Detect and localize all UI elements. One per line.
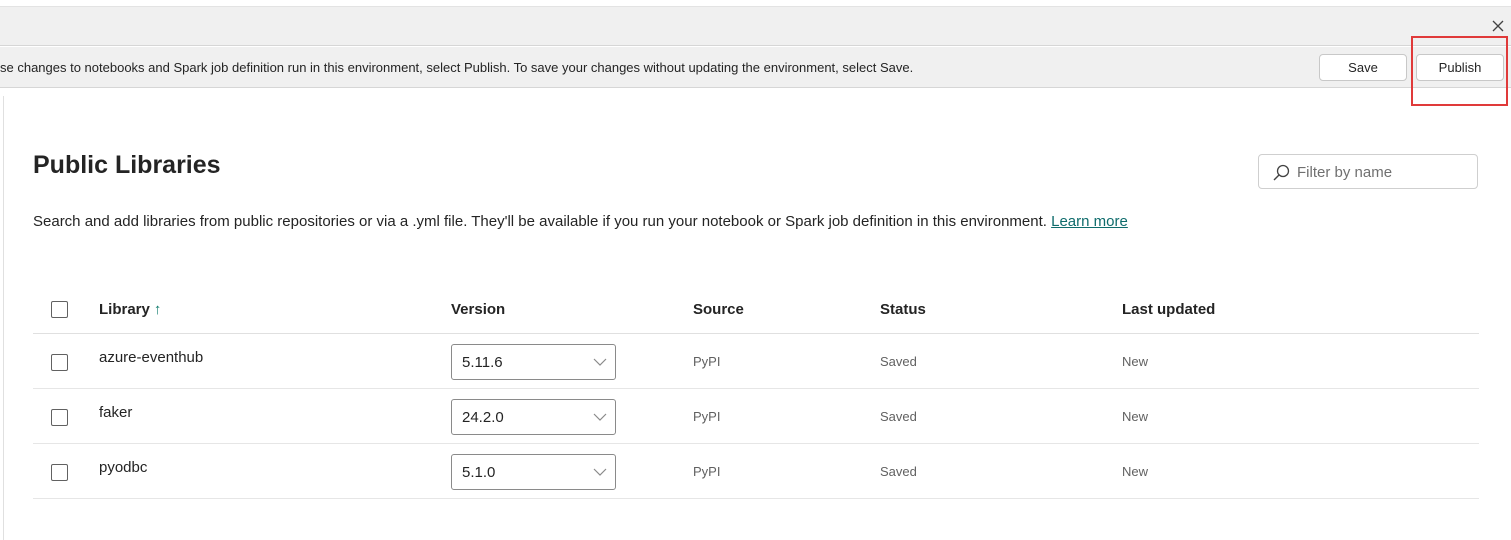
title-bar — [0, 7, 1511, 46]
chevron-down-icon — [593, 468, 607, 476]
chevron-down-icon — [593, 413, 607, 421]
library-name: pyodbc — [99, 459, 148, 476]
column-header-source[interactable]: Source — [693, 301, 744, 318]
table-header: Library ↑ Version Source Status Last upda… — [33, 287, 1479, 334]
section-description: Search and add libraries from public rep… — [33, 213, 1128, 230]
version-dropdown[interactable]: 5.1.0 — [451, 454, 616, 490]
column-header-status[interactable]: Status — [880, 301, 926, 318]
library-name: faker — [99, 404, 133, 421]
column-header-version[interactable]: Version — [451, 301, 505, 318]
row-checkbox[interactable] — [51, 409, 68, 427]
table-row: pyodbc 5.1.0 PyPI Saved New — [33, 444, 1479, 499]
page-title: Public Libraries — [33, 151, 221, 179]
last-updated-cell: New — [1122, 464, 1149, 479]
row-checkbox[interactable] — [51, 464, 68, 482]
row-checkbox[interactable] — [51, 354, 68, 372]
column-header-library[interactable]: Library ↑ — [99, 301, 161, 318]
source-cell: PyPI — [693, 464, 721, 479]
chevron-down-icon — [593, 358, 607, 366]
publish-message: se changes to notebooks and Spark job de… — [0, 60, 914, 75]
column-header-last-updated[interactable]: Last updated — [1122, 301, 1215, 318]
sort-ascending-icon: ↑ — [153, 301, 162, 318]
source-cell: PyPI — [693, 409, 721, 424]
version-value: 24.2.0 — [462, 409, 504, 426]
publish-button[interactable]: Publish — [1416, 54, 1504, 81]
library-name: azure-eventhub — [99, 349, 204, 366]
select-all-checkbox[interactable] — [51, 301, 68, 318]
close-icon[interactable] — [1489, 17, 1507, 35]
save-button[interactable]: Save — [1319, 54, 1407, 81]
search-icon — [1273, 164, 1290, 181]
learn-more-link[interactable]: Learn more — [1051, 213, 1128, 230]
filter-box[interactable] — [1258, 154, 1478, 189]
version-dropdown[interactable]: 24.2.0 — [451, 399, 616, 435]
last-updated-cell: New — [1122, 354, 1149, 369]
libraries-table: Library ↑ Version Source Status Last upda… — [33, 287, 1479, 499]
status-cell: Saved — [880, 354, 917, 369]
top-strip — [0, 0, 1511, 7]
description-text: Search and add libraries from public rep… — [33, 213, 1047, 230]
table-row: azure-eventhub 5.11.6 PyPI Saved New — [33, 334, 1479, 389]
publish-message-bar: se changes to notebooks and Spark job de… — [0, 47, 1511, 88]
last-updated-cell: New — [1122, 409, 1149, 424]
version-dropdown[interactable]: 5.11.6 — [451, 344, 616, 380]
status-cell: Saved — [880, 409, 917, 424]
left-divider — [3, 96, 4, 540]
status-cell: Saved — [880, 464, 917, 479]
column-label-library: Library — [99, 301, 150, 318]
source-cell: PyPI — [693, 354, 721, 369]
version-value: 5.11.6 — [462, 354, 503, 371]
table-row: faker 24.2.0 PyPI Saved New — [33, 389, 1479, 444]
version-value: 5.1.0 — [462, 464, 496, 481]
filter-input[interactable] — [1297, 161, 1467, 183]
